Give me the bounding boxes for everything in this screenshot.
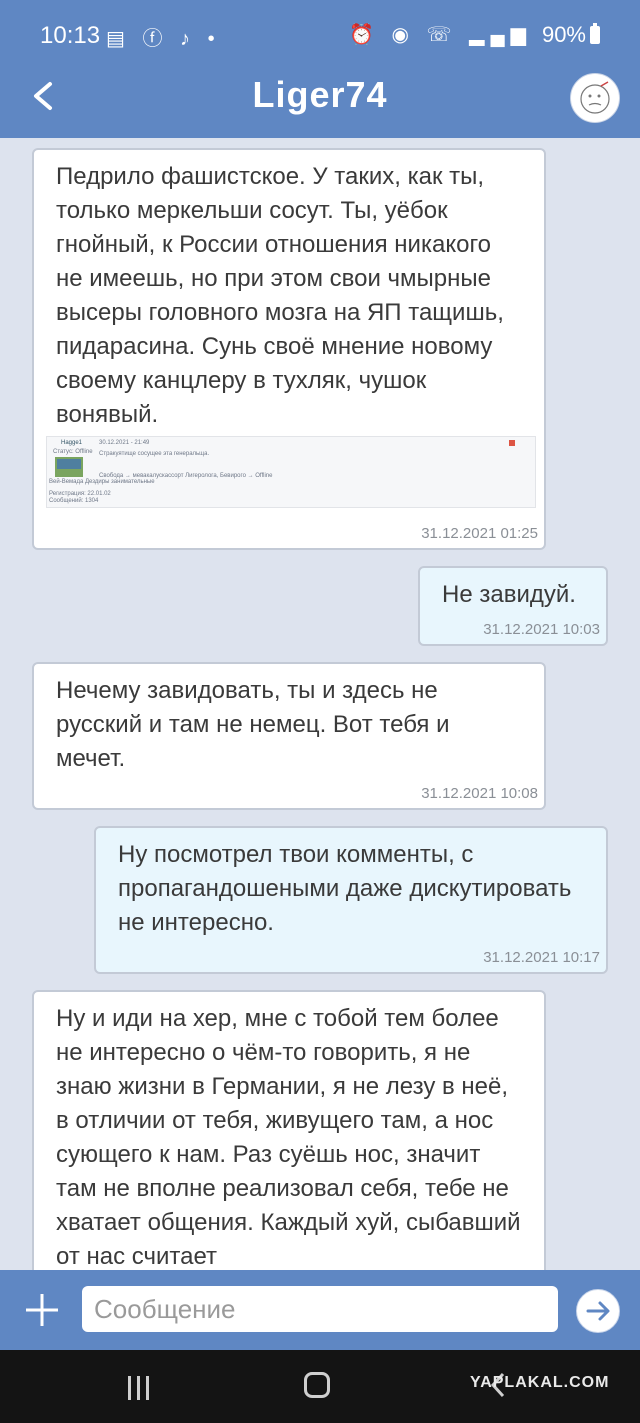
message-text: Педрило фашистское. У таких, как ты, тол… — [56, 163, 504, 428]
screenshot-user: Hagge1 — [61, 440, 83, 446]
status-bar: 10:13 ▤ ⓕ ♪ • ⏰ ◉ ☏ ▂▄▆ 90% — [0, 0, 640, 72]
notification-icons: ▤ ⓕ ♪ • — [106, 28, 221, 50]
plus-icon — [26, 1294, 58, 1326]
battery-icon — [590, 23, 600, 44]
message-text: Ну посмотрел твои комменты, с пропагандо… — [118, 841, 572, 936]
recents-button[interactable] — [126, 1376, 152, 1400]
app-header: 10:13 ▤ ⓕ ♪ • ⏰ ◉ ☏ ▂▄▆ 90% Liger74 — [0, 0, 640, 138]
attach-button[interactable] — [22, 1280, 62, 1340]
screenshot-report-icon — [509, 440, 515, 446]
message-composer — [0, 1270, 640, 1350]
screenshot-avatar-sky — [57, 459, 81, 469]
message-incoming[interactable]: Ну и иди на хер, мне с тобой тем более н… — [32, 990, 546, 1270]
screenshot-date: 30.12.2021 - 21:49 — [99, 440, 150, 446]
message-list[interactable]: Педрило фашистское. У таких, как ты, тол… — [0, 138, 640, 1270]
message-outgoing[interactable]: Не завидуй. 31.12.2021 10:03 — [418, 566, 608, 646]
message-text: Ну и иди на хер, мне с тобой тем более н… — [56, 1005, 521, 1270]
screenshot-side: Регистрация: 22.01.02 — [49, 491, 111, 497]
message-timestamp: 31.12.2021 10:17 — [483, 949, 600, 966]
send-button[interactable] — [576, 1289, 620, 1333]
message-text: Не завидуй. — [442, 581, 576, 608]
avatar[interactable] — [570, 73, 620, 123]
status-time: 10:13 — [40, 22, 101, 49]
screenshot-status: Статус: Offline — [53, 449, 93, 455]
avatar-sketch-icon — [580, 81, 610, 114]
arrow-right-icon — [586, 1301, 610, 1321]
screenshot-side: Вей-Вемада Дездиры занимательные — [49, 479, 155, 485]
embedded-screenshot[interactable]: Hagge1 30.12.2021 - 21:49 Стракуятище со… — [46, 436, 536, 508]
message-timestamp: 31.12.2021 01:25 — [421, 525, 538, 542]
battery-percent: 90% — [541, 22, 586, 47]
screenshot-line: Стракуятище сосущее эта генеральща. — [99, 451, 210, 457]
watermark-logo: YAPLAKAL.COM — [470, 1374, 610, 1391]
home-button[interactable] — [304, 1372, 330, 1398]
recents-icon — [137, 1376, 140, 1400]
conversation-title: Liger74 — [252, 74, 388, 115]
recents-icon — [146, 1376, 149, 1400]
recents-icon — [128, 1376, 131, 1400]
message-input[interactable] — [82, 1286, 558, 1332]
message-text: Нечему завидовать, ты и здесь не русский… — [56, 677, 450, 772]
message-outgoing[interactable]: Ну посмотрел твои комменты, с пропагандо… — [94, 826, 608, 974]
system-icons: ⏰ ◉ ☏ ▂▄▆ — [349, 24, 532, 46]
message-timestamp: 31.12.2021 10:08 — [421, 785, 538, 802]
message-incoming[interactable]: Педрило фашистское. У таких, как ты, тол… — [32, 148, 546, 550]
message-incoming[interactable]: Нечему завидовать, ты и здесь не русский… — [32, 662, 546, 810]
message-timestamp: 31.12.2021 10:03 — [483, 621, 600, 638]
screenshot-side: Сообщений: 1304 — [49, 498, 99, 504]
system-navigation-bar: YAPLAKAL.COM — [0, 1350, 640, 1423]
